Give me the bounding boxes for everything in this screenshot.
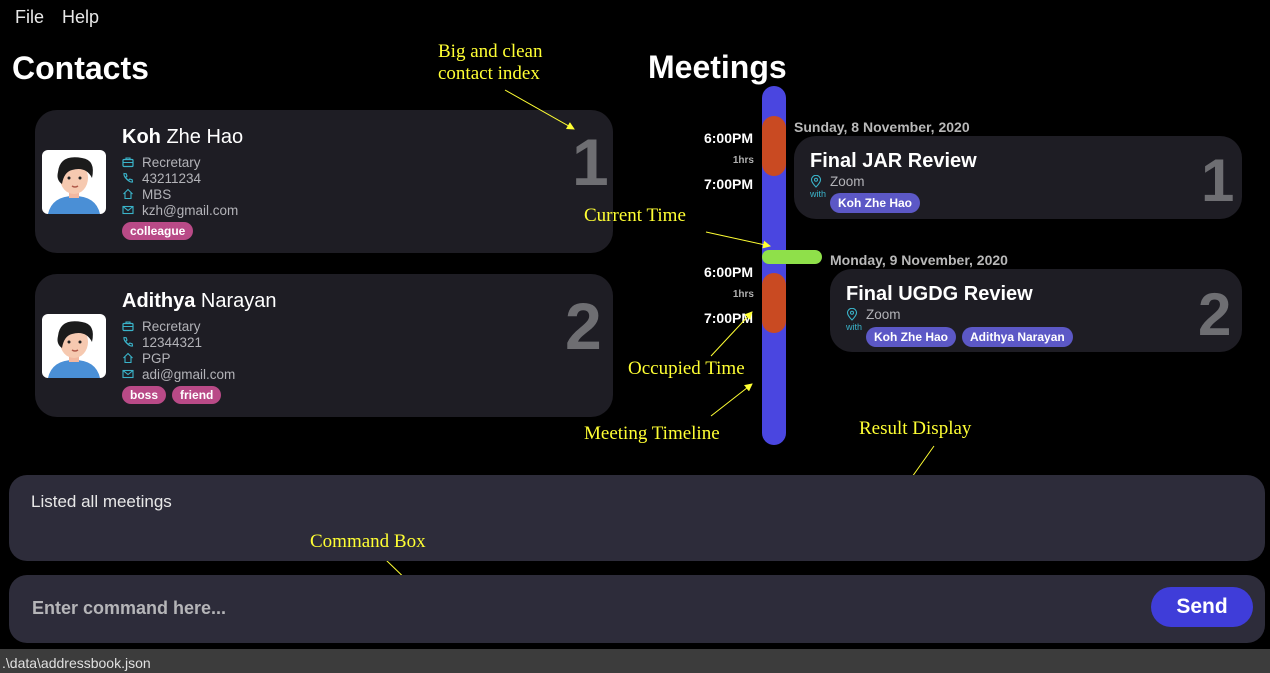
annotation-arrow — [705, 231, 771, 249]
annotation-arrows — [385, 89, 935, 619]
annotation-occupied-time: Occupied Time — [628, 358, 745, 379]
annotation-result-display: Result Display — [859, 418, 972, 439]
annotation-command-box: Command Box — [310, 531, 426, 552]
annotation-current-time: Current Time — [584, 205, 686, 226]
command-input[interactable] — [32, 594, 1132, 622]
result-display — [9, 475, 1265, 561]
status-bar-path: .\data\addressbook.json — [0, 649, 1270, 673]
send-button[interactable]: Send — [1151, 587, 1253, 627]
annotation-arrow — [710, 311, 753, 357]
annotation-arrow — [504, 89, 575, 130]
annotation-arrow — [710, 383, 753, 417]
annotation-meeting-timeline: Meeting Timeline — [584, 423, 720, 444]
annotation-index: Big and clean contact index — [438, 41, 543, 84]
result-text: Listed all meetings — [31, 492, 172, 511]
